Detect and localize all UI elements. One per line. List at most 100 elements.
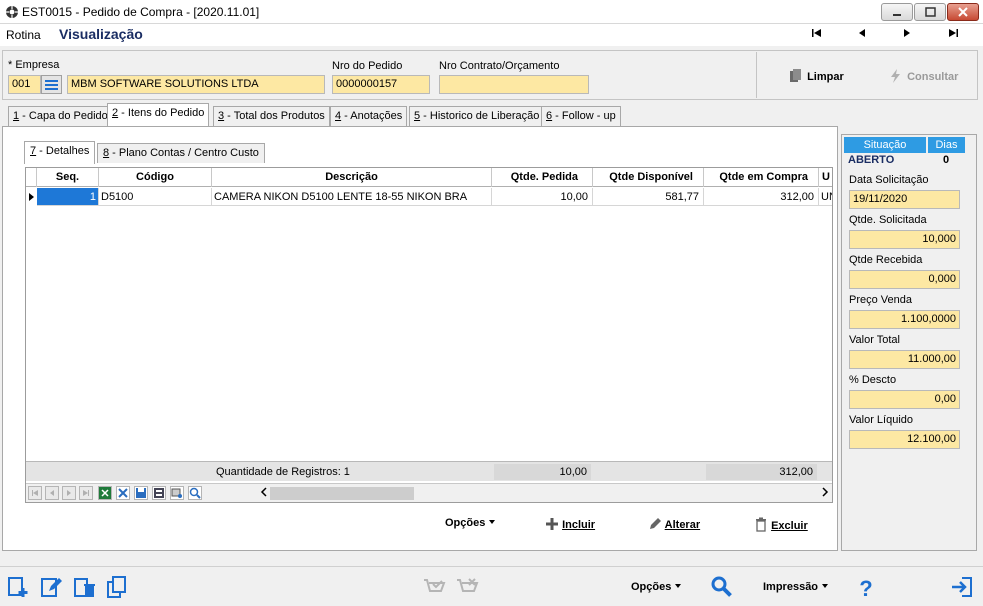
excluir-button[interactable]: Excluir [754,517,808,532]
next-record-button[interactable] [898,27,916,43]
add-document-icon[interactable] [6,575,30,599]
col-qtde-pedida[interactable]: Qtde. Pedida [492,168,593,187]
window-title: EST0015 - Pedido de Compra - [2020.11.01… [22,5,260,19]
grid-search-button[interactable] [188,486,202,500]
col-unidade[interactable]: U [819,168,832,187]
delete-document-icon[interactable] [72,575,96,599]
total-qtde-pedida: 10,00 [494,464,591,480]
contrato-label: Nro Contrato/Orçamento [439,60,560,72]
chevron-left-icon [260,487,267,497]
subtab-detalhes[interactable]: 7 - Detalhes [24,141,96,164]
layout-icon [154,488,164,498]
tab-capa-pedido[interactable]: 1 - Capa do Pedido [8,106,113,126]
cell-codigo[interactable]: D5100 [99,188,212,206]
menu-row: Rotina Visualização [0,24,983,46]
scroll-left-button[interactable] [259,486,269,501]
bottom-toolbar: Opções Impressão ? [0,566,983,606]
empresa-name-field[interactable]: MBM SOFTWARE SOLUTIONS LTDA [67,75,325,94]
cell-unidade[interactable]: UN [819,188,832,206]
prev-icon [50,490,54,496]
grid-last-button[interactable] [79,486,93,500]
close-icon [958,7,968,17]
help-icon[interactable]: ? [854,575,878,599]
alterar-button[interactable]: Alterar [648,517,700,531]
cell-qtde-compra[interactable]: 312,00 [704,188,819,206]
pedido-field[interactable]: 0000000157 [332,75,430,94]
pedido-label: Nro do Pedido [332,60,403,72]
alterar-label: Alterar [664,519,701,531]
empresa-label: * Empresa [8,59,60,71]
tab-total-produtos[interactable]: 3 - Total dos Produtos [213,106,330,126]
valor-total-field: 11.000,00 [849,350,960,369]
dias-value: 0 [943,154,950,166]
items-grid: Seq. Código Descrição Qtde. Pedida Qtde … [25,167,833,503]
grid-next-button[interactable] [62,486,76,500]
minimize-button[interactable] [881,3,913,21]
lightning-icon [891,69,900,83]
grid-header: Seq. Código Descrição Qtde. Pedida Qtde … [26,168,832,187]
last-record-button[interactable] [944,27,962,43]
subtab-plano-contas[interactable]: 8 - Plano Contas / Centro Custo [97,143,265,163]
grid-prev-button[interactable] [45,486,59,500]
minimize-icon [893,14,901,16]
tab-label: - Capa do Pedido [19,110,108,122]
grid-excel-button[interactable] [98,486,112,500]
tab-label: - Anotações [341,110,403,122]
close-button[interactable] [947,3,979,21]
col-qtde-disponivel[interactable]: Qtde Disponível [593,168,704,187]
col-qtde-compra[interactable]: Qtde em Compra [704,168,819,187]
consultar-button[interactable]: Consultar [888,68,958,84]
search-icon[interactable] [710,575,734,599]
prev-record-button[interactable] [853,27,871,43]
exit-icon[interactable] [950,575,974,599]
horizontal-scroll-thumb[interactable] [270,487,414,500]
maximize-button[interactable] [914,3,946,21]
tab-follow-up[interactable]: 6 - Follow - up [541,106,621,126]
tab-anotacoes[interactable]: 4 - Anotações [330,106,408,126]
qtde-recebida-label: Qtde Recebida [849,254,923,266]
cell-seq[interactable]: 1 [37,188,99,206]
edit-document-icon[interactable] [39,575,63,599]
incluir-label: Incluir [562,519,596,531]
grid-save-button[interactable] [134,486,148,500]
copy-document-icon[interactable] [105,575,129,599]
col-seq[interactable]: Seq. [37,168,99,187]
menu-rotina[interactable]: Rotina [6,28,41,42]
tab-itens-pedido[interactable]: 2 - Itens do Pedido [107,103,210,127]
tab-historico-liberacao[interactable]: 5 - Historico de Liberação [409,106,545,126]
cell-descricao[interactable]: CAMERA NIKON D5100 LENTE 18-55 NIKON BRA [212,188,492,206]
caret-down-icon [822,584,829,588]
grid-filter-button[interactable] [170,486,184,500]
opcoes-menu-button[interactable]: Opções [445,517,496,529]
impressao-label: Impressão [763,581,819,593]
contrato-field[interactable] [439,75,589,94]
grid-tools-button[interactable] [116,486,130,500]
filter-icon [171,488,182,498]
valor-total-label: Valor Total [849,334,900,346]
first-record-button[interactable] [808,27,826,43]
grid-layout-button[interactable] [152,486,166,500]
chevron-right-icon [822,487,829,497]
bottom-opcoes-button[interactable]: Opções [631,581,682,593]
maximize-icon [925,7,936,17]
app-icon [6,6,18,18]
cell-qtde-pedida[interactable]: 10,00 [492,188,593,206]
tools-icon [118,488,128,498]
cell-qtde-disponivel[interactable]: 581,77 [593,188,704,206]
limpar-button[interactable]: Limpar [788,68,844,84]
title-bar: EST0015 - Pedido de Compra - [2020.11.01… [0,0,983,24]
grid-first-button[interactable] [28,486,42,500]
empresa-code-field[interactable]: 001 [8,75,41,94]
summary-panel: Situação Dias ABERTO 0 Data Solicitação … [841,134,977,551]
dias-header: Dias [928,137,965,153]
cancel-cart-icon[interactable] [455,575,479,599]
incluir-button[interactable]: Incluir [545,517,595,531]
col-codigo[interactable]: Código [99,168,212,187]
col-descricao[interactable]: Descrição [212,168,492,187]
situacao-header: Situação [844,137,926,153]
scroll-right-button[interactable] [820,486,830,501]
empresa-lookup-button[interactable] [41,75,62,94]
confirm-cart-icon[interactable] [422,575,446,599]
bottom-opcoes-label: Opções [631,581,672,593]
impressao-button[interactable]: Impressão [763,581,829,593]
